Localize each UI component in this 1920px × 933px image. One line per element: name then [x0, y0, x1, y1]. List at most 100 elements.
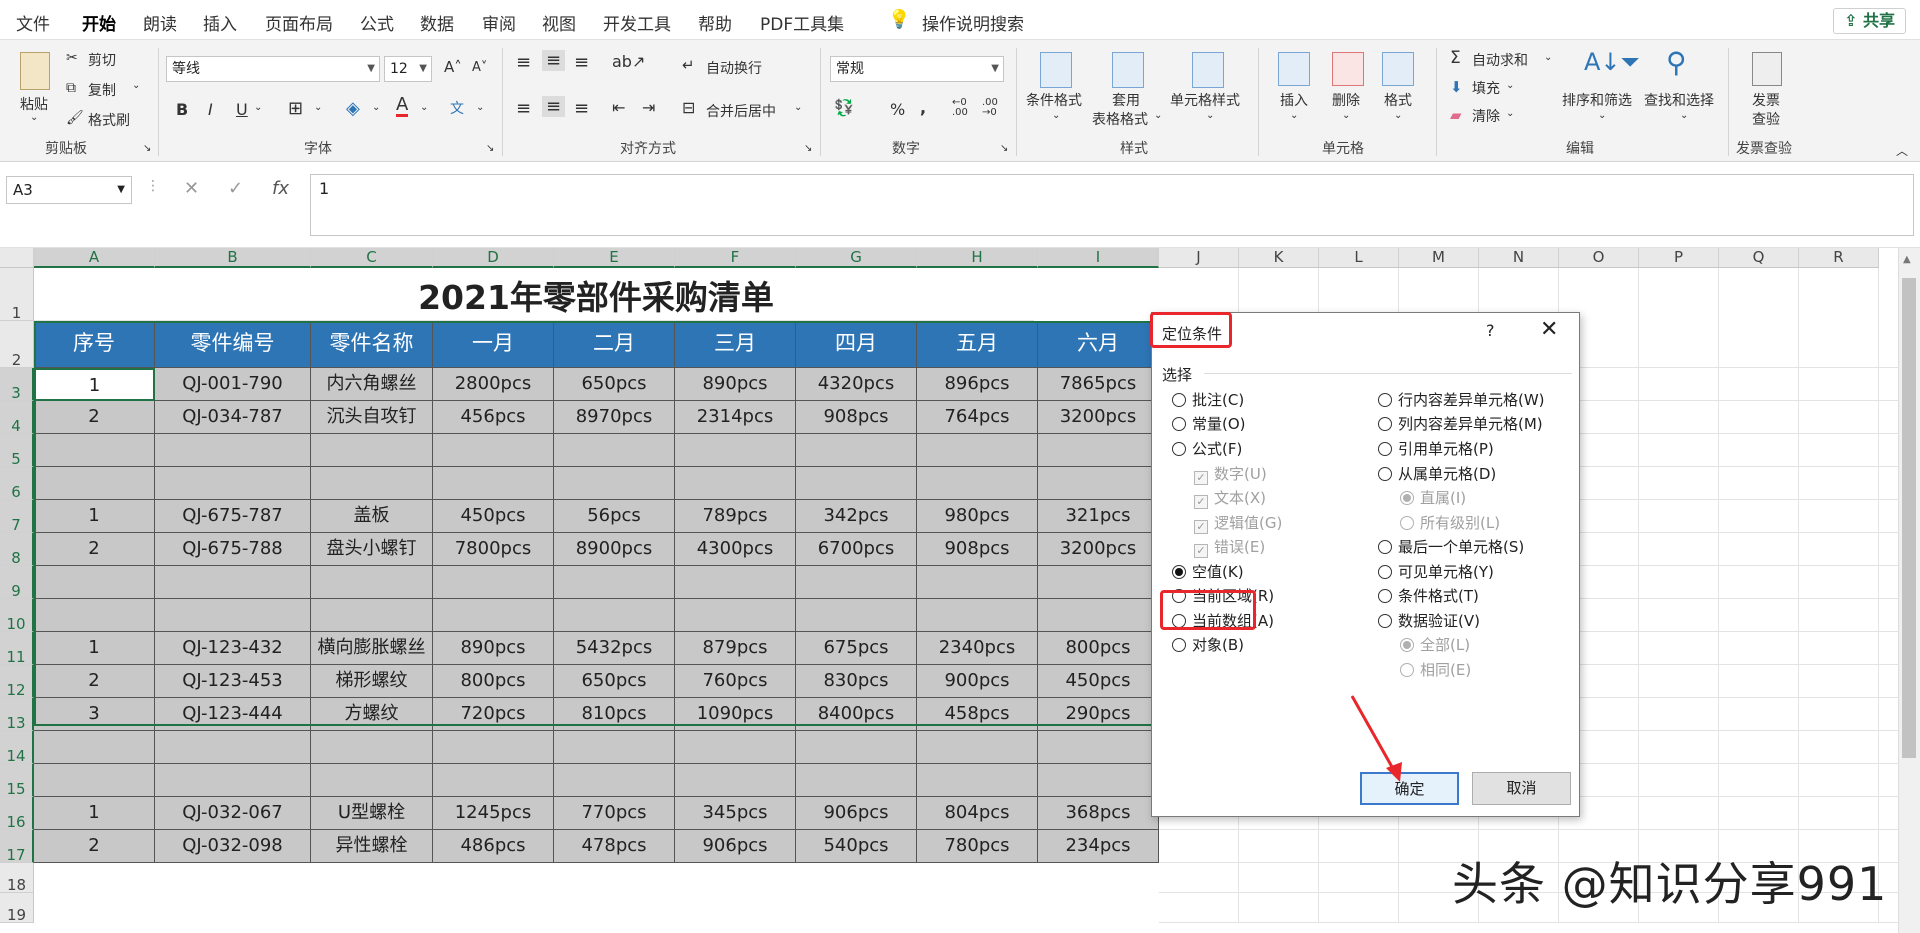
radio-option[interactable]: 从属单元格(D) — [1378, 463, 1496, 484]
table-cell[interactable] — [554, 599, 675, 632]
sheet-title[interactable]: 2021年零部件采购清单 — [34, 268, 1158, 321]
row-header-4[interactable]: 4 — [0, 401, 34, 435]
row-header-10[interactable]: 10 — [0, 599, 34, 633]
chevron-down-icon[interactable]: ⌄ — [420, 102, 428, 113]
table-cell[interactable]: 6700pcs — [796, 533, 917, 566]
chevron-down-icon[interactable]: ⌄ — [794, 102, 802, 113]
chevron-down-icon[interactable]: ⌄ — [476, 102, 484, 113]
radio-option[interactable]: 数据验证(V) — [1378, 610, 1480, 631]
table-cell[interactable] — [796, 434, 917, 467]
row-header-8[interactable]: 8 — [0, 533, 34, 567]
row-header-3[interactable]: 3 — [0, 368, 34, 402]
table-cell[interactable] — [155, 434, 311, 467]
close-icon[interactable]: ✕ — [1540, 317, 1558, 342]
font-size-combo[interactable]: 12 ▼ — [384, 56, 432, 82]
radio-option[interactable]: 最后一个单元格(S) — [1378, 536, 1524, 557]
column-header-n[interactable]: N — [1479, 248, 1559, 268]
table-cell[interactable]: 盖板 — [311, 500, 433, 533]
alignment-launcher-icon[interactable]: ↘ — [804, 143, 812, 154]
table-cell[interactable] — [554, 434, 675, 467]
table-cell[interactable]: QJ-123-453 — [155, 665, 311, 698]
tab-insert[interactable]: 插入 — [203, 10, 237, 35]
radio-option[interactable]: 行内容差异单元格(W) — [1378, 389, 1545, 410]
table-cell[interactable]: 4320pcs — [796, 368, 917, 401]
delete-cells-button[interactable]: 删除 — [1332, 90, 1360, 110]
tab-formulas[interactable]: 公式 — [360, 10, 394, 35]
cancel-button[interactable]: 取消 — [1472, 772, 1571, 805]
table-cell[interactable]: 56pcs — [554, 500, 675, 533]
cell-styles-button[interactable]: 单元格样式 — [1170, 90, 1240, 110]
table-cell[interactable] — [311, 467, 433, 500]
table-cell[interactable] — [675, 599, 796, 632]
chevron-down-icon[interactable]: ⌄ — [1544, 52, 1552, 63]
tab-data[interactable]: 数据 — [420, 10, 454, 35]
column-header-d[interactable]: D — [433, 248, 554, 268]
table-cell[interactable]: 5432pcs — [554, 632, 675, 665]
column-header-m[interactable]: M — [1399, 248, 1479, 268]
table-cell[interactable]: 800pcs — [1038, 632, 1159, 665]
table-cell[interactable] — [34, 566, 155, 599]
table-cell[interactable]: 3 — [34, 698, 155, 731]
tab-page-layout[interactable]: 页面布局 — [265, 10, 333, 35]
increase-indent-icon[interactable]: ⇥ — [642, 98, 655, 117]
column-header-o[interactable]: O — [1559, 248, 1639, 268]
clear-button[interactable]: 清除 — [1472, 106, 1500, 126]
table-cell[interactable] — [34, 731, 155, 764]
radio-option[interactable]: 常量(O) — [1172, 413, 1246, 434]
table-cell[interactable]: 7800pcs — [433, 533, 554, 566]
cancel-icon[interactable]: ✕ — [184, 178, 199, 199]
column-header-r[interactable]: R — [1799, 248, 1879, 268]
table-cell[interactable] — [433, 467, 554, 500]
table-cell[interactable]: 830pcs — [796, 665, 917, 698]
table-cell[interactable]: 8400pcs — [796, 698, 917, 731]
table-cell[interactable]: 1 — [34, 797, 155, 830]
table-cell[interactable]: U型螺栓 — [311, 797, 433, 830]
table-cell[interactable] — [433, 764, 554, 797]
table-cell[interactable]: 540pcs — [796, 830, 917, 863]
tab-pdf-tools[interactable]: PDF工具集 — [760, 10, 844, 35]
table-header-cell[interactable]: 四月 — [796, 321, 917, 368]
align-top-icon[interactable]: ≡ — [516, 52, 531, 73]
column-header-p[interactable]: P — [1639, 248, 1719, 268]
table-cell[interactable] — [1038, 599, 1159, 632]
table-cell[interactable]: 342pcs — [796, 500, 917, 533]
table-cell[interactable] — [675, 467, 796, 500]
row-header-6[interactable]: 6 — [0, 467, 34, 501]
table-cell[interactable]: 沉头自攻钉 — [311, 401, 433, 434]
orientation-icon[interactable]: ab↗ — [612, 52, 645, 71]
row-header-13[interactable]: 13 — [0, 698, 34, 732]
table-cell[interactable] — [554, 566, 675, 599]
table-cell[interactable] — [675, 434, 796, 467]
radio-option[interactable]: 列内容差异单元格(M) — [1378, 413, 1543, 434]
table-cell[interactable] — [917, 434, 1038, 467]
table-cell[interactable]: 2 — [34, 533, 155, 566]
row-header-16[interactable]: 16 — [0, 797, 34, 831]
radio-option[interactable]: 对象(B) — [1172, 634, 1244, 655]
table-cell[interactable] — [796, 566, 917, 599]
table-cell[interactable]: 234pcs — [1038, 830, 1159, 863]
table-cell[interactable]: 486pcs — [433, 830, 554, 863]
tab-help[interactable]: 帮助 — [698, 10, 732, 35]
table-cell[interactable] — [155, 599, 311, 632]
accounting-format-icon[interactable]: 💱 — [834, 98, 854, 117]
paste-button[interactable]: 粘贴 — [20, 94, 48, 114]
table-cell[interactable]: 2 — [34, 401, 155, 434]
tab-review[interactable]: 审阅 — [482, 10, 516, 35]
table-cell[interactable]: 290pcs — [1038, 698, 1159, 731]
formula-input[interactable]: 1 — [310, 174, 1914, 236]
table-cell[interactable]: 458pcs — [917, 698, 1038, 731]
table-header-cell[interactable]: 六月 — [1038, 321, 1159, 368]
scroll-up-icon[interactable]: ▲ — [1903, 254, 1911, 265]
table-cell[interactable]: 内六角螺丝 — [311, 368, 433, 401]
table-header-cell[interactable]: 二月 — [554, 321, 675, 368]
tab-view[interactable]: 视图 — [542, 10, 576, 35]
radio-option[interactable]: 条件格式(T) — [1378, 585, 1479, 606]
chevron-down-icon[interactable]: ⌄ — [1290, 110, 1298, 121]
column-header-j[interactable]: J — [1159, 248, 1239, 268]
italic-icon[interactable]: I — [208, 100, 213, 119]
column-header-c[interactable]: C — [311, 248, 433, 268]
table-cell[interactable]: 345pcs — [675, 797, 796, 830]
percent-icon[interactable]: % — [890, 100, 905, 119]
table-cell[interactable] — [1038, 434, 1159, 467]
table-cell[interactable]: 900pcs — [917, 665, 1038, 698]
